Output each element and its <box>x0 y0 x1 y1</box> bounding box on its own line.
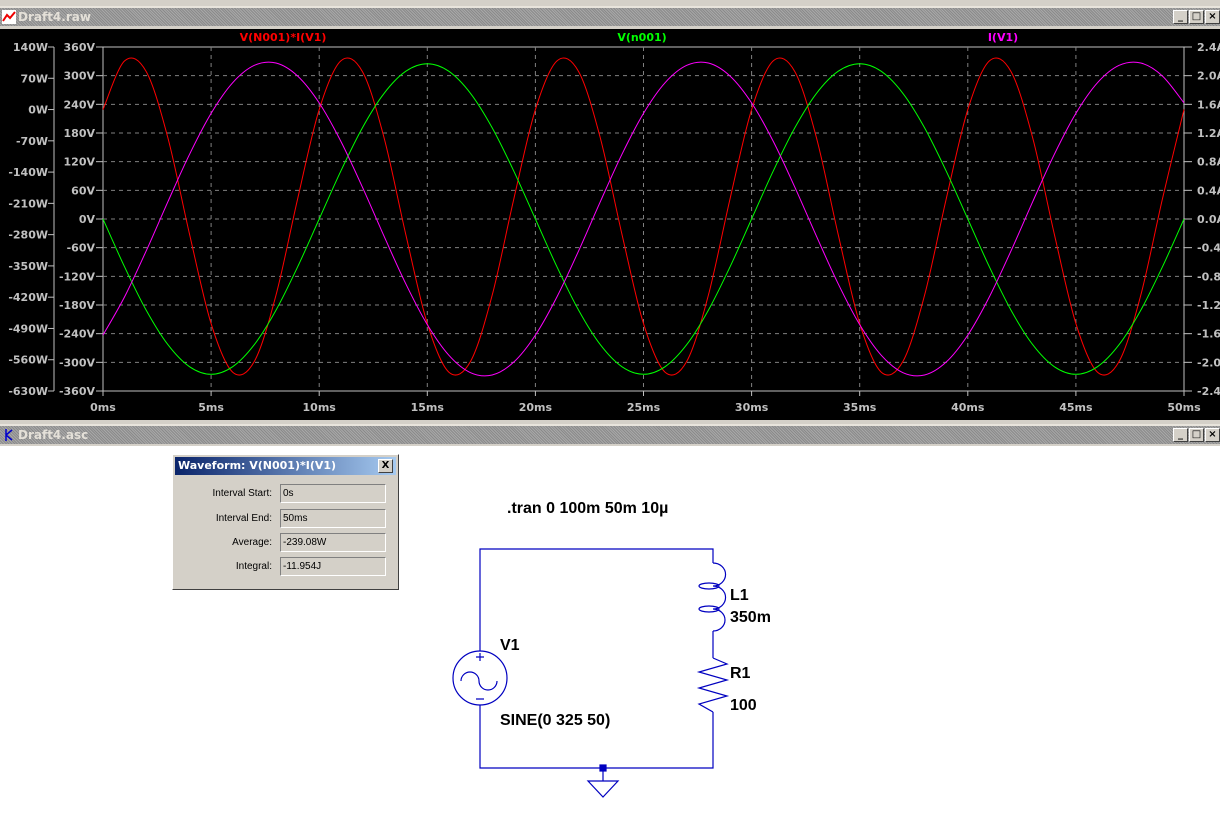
schematic-window-titlebar[interactable]: Draft4.asc _ □ × <box>0 424 1220 444</box>
schematic-icon <box>5 429 13 441</box>
y-tick-label-current: 0.0A <box>1197 213 1220 226</box>
x-tick-label: 50ms <box>1167 401 1201 414</box>
y-tick-label-voltage: -60V <box>67 242 96 255</box>
y-tick-label-current: 2.0A <box>1197 70 1220 83</box>
trace-label: V(N001)*I(V1) <box>240 31 327 44</box>
y-tick-label-current: -1.6A <box>1197 328 1220 341</box>
x-tick-label: 35ms <box>843 401 877 414</box>
average-row: Average: -239.08W <box>173 533 400 553</box>
y-tick-label-voltage: 300V <box>64 70 96 83</box>
y-tick-label-voltage: 0V <box>79 213 96 226</box>
y-tick-label-current: -0.4A <box>1197 242 1220 255</box>
y-tick-label-voltage: -360V <box>59 385 96 398</box>
y-tick-label-voltage: 240V <box>64 98 96 111</box>
y-tick-label-current: 1.2A <box>1197 127 1220 140</box>
y-tick-label-power: 140W <box>13 41 48 54</box>
dialog-title: Waveform: V(N001)*I(V1) <box>175 457 396 475</box>
y-tick-label-current: 1.6A <box>1197 98 1220 111</box>
waveform-window-titlebar[interactable]: Draft4.raw _ □ × <box>0 6 1220 26</box>
y-tick-label-voltage: -120V <box>59 270 96 283</box>
y-tick-label-voltage: 60V <box>71 184 95 197</box>
average-field[interactable]: -239.08W <box>280 533 386 552</box>
x-tick-label: 30ms <box>735 401 769 414</box>
r1-name[interactable]: R1 <box>730 665 750 683</box>
waveform-chart[interactable]: 360V 2.4A 300V 2.0A 240V 1.6A 180V 1.2A 120V 0.8A… <box>0 29 1220 420</box>
waveform-icon <box>2 10 16 24</box>
ground-symbol[interactable] <box>586 771 620 798</box>
y-tick-label-power: -630W <box>8 385 48 398</box>
inductor-l1[interactable] <box>698 562 727 632</box>
close-button[interactable]: × <box>1205 428 1220 442</box>
y-tick-label-current: -2.0A <box>1197 356 1220 369</box>
y-tick-label-current: -0.8A <box>1197 270 1220 283</box>
y-tick-label-power: -420W <box>8 291 48 304</box>
field-label: Integral: <box>235 561 272 572</box>
y-tick-label-voltage: 120V <box>64 156 96 169</box>
y-tick-label-voltage: -300V <box>59 356 96 369</box>
field-label: Average: <box>232 537 272 548</box>
y-tick-label-voltage: -180V <box>59 299 96 312</box>
y-tick-label-voltage: -240V <box>59 328 96 341</box>
y-tick-label-current: 0.4A <box>1197 184 1220 197</box>
trace-label: I(V1) <box>988 31 1018 44</box>
y-tick-label-power: -140W <box>8 166 48 179</box>
waveform-plot[interactable]: 360V 2.4A 300V 2.0A 240V 1.6A 180V 1.2A 120V 0.8A… <box>0 29 1220 420</box>
minimize-button[interactable]: _ <box>1173 428 1188 442</box>
maximize-button[interactable]: □ <box>1189 10 1204 24</box>
v1-value[interactable]: SINE(0 325 50) <box>500 712 610 730</box>
x-tick-label: 25ms <box>627 401 661 414</box>
trace-label: V(n001) <box>617 31 666 44</box>
y-tick-label-current: 0.8A <box>1197 156 1220 169</box>
x-tick-label: 10ms <box>303 401 337 414</box>
y-tick-label-power: -210W <box>8 197 48 210</box>
y-tick-label-power: -490W <box>8 322 48 335</box>
integral-field[interactable]: -11.954J <box>280 557 386 576</box>
y-tick-label-current: 2.4A <box>1197 41 1220 54</box>
y-tick-label-power: -350W <box>8 260 48 273</box>
interval-end-row: Interval End: 50ms <box>173 509 400 529</box>
y-tick-label-power: 70W <box>21 72 48 85</box>
ground-node[interactable] <box>599 764 607 772</box>
resistor-r1[interactable] <box>696 657 730 713</box>
interval-start-row: Interval Start: 0s <box>173 484 400 504</box>
interval-end-field[interactable]: 50ms <box>280 509 386 528</box>
wire[interactable] <box>479 548 714 651</box>
l1-name[interactable]: L1 <box>730 587 749 605</box>
y-tick-label-voltage: 360V <box>64 41 96 54</box>
x-tick-label: 40ms <box>951 401 985 414</box>
integral-row: Integral: -11.954J <box>173 557 400 577</box>
l1-value[interactable]: 350m <box>730 609 771 627</box>
field-label: Interval End: <box>215 513 272 524</box>
voltage-source-v1[interactable] <box>452 650 508 706</box>
minimize-button[interactable]: _ <box>1173 10 1188 24</box>
dialog-close-button[interactable]: X <box>378 459 393 473</box>
x-tick-label: 45ms <box>1059 401 1093 414</box>
tran-directive[interactable]: .tran 0 100m 50m 10µ <box>507 500 668 518</box>
x-tick-label: 20ms <box>519 401 553 414</box>
v1-name[interactable]: V1 <box>500 637 520 655</box>
r1-value[interactable]: 100 <box>730 697 757 715</box>
y-tick-label-current: -1.2A <box>1197 299 1220 312</box>
window-title: Draft4.asc <box>18 428 89 442</box>
y-tick-label-power: -280W <box>8 229 48 242</box>
close-button[interactable]: × <box>1205 10 1220 24</box>
field-label: Interval Start: <box>212 488 272 499</box>
window-title: Draft4.raw <box>18 10 91 24</box>
y-tick-label-current: -2.4A <box>1197 385 1220 398</box>
maximize-button[interactable]: □ <box>1189 428 1204 442</box>
y-tick-label-power: 0W <box>28 104 48 117</box>
interval-start-field[interactable]: 0s <box>280 484 386 503</box>
y-tick-label-power: -560W <box>8 354 48 367</box>
x-tick-label: 5ms <box>198 401 224 414</box>
y-tick-label-power: -70W <box>16 135 48 148</box>
x-tick-label: 0ms <box>90 401 116 414</box>
y-tick-label-voltage: 180V <box>64 127 96 140</box>
x-tick-label: 15ms <box>411 401 445 414</box>
waveform-stats-dialog: Waveform: V(N001)*I(V1) X Interval Start… <box>172 454 399 590</box>
